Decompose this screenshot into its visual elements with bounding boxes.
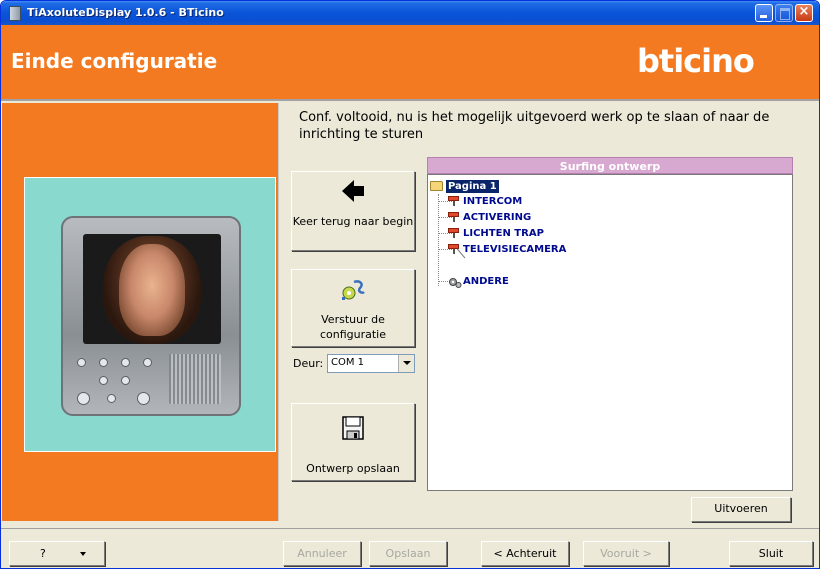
app-window: TiAxoluteDisplay 1.0.6 - BTicino × Einde… <box>0 0 820 569</box>
bottom-navigation-bar: ? Annuleer Opslaan < Achteruit Vooruit >… <box>1 528 819 568</box>
page-title: Einde configuratie <box>11 49 218 73</box>
design-tree[interactable]: Pagina 1 INTERCOM ACTIVERING LICHTEN TRA… <box>427 174 793 491</box>
device-speaker-grille <box>169 354 221 404</box>
save-button[interactable]: Opslaan <box>369 541 447 566</box>
dropdown-arrow-icon <box>80 552 86 556</box>
previous-button[interactable]: < Achteruit <box>481 541 569 566</box>
save-design-label: Ontwerp opslaan <box>306 462 400 475</box>
send-configuration-label: Verstuur de configuratie <box>319 313 387 341</box>
tree-header: Surfing ontwerp <box>427 157 793 174</box>
device-key <box>137 392 150 405</box>
title-bar[interactable]: TiAxoluteDisplay 1.0.6 - BTicino × <box>1 1 819 25</box>
intro-text: Conf. voltooid, nu is het mogelijk uitge… <box>299 110 770 142</box>
cancel-button[interactable]: Annuleer <box>283 541 361 566</box>
tree-item-label: TELEVISIECAMERA <box>463 244 567 255</box>
flag-icon <box>448 212 460 222</box>
execute-button[interactable]: Uitvoeren <box>691 497 791 522</box>
close-window-button[interactable]: × <box>795 4 813 22</box>
port-select[interactable]: COM 1 <box>327 354 415 373</box>
device-key <box>77 392 90 405</box>
tree-root-label: Pagina 1 <box>446 180 499 193</box>
device-key <box>143 358 152 367</box>
brand-logo: bticino <box>637 42 755 80</box>
tree-item-label: LICHTEN TRAP <box>463 228 544 239</box>
next-button[interactable]: Vooruit > <box>583 541 669 566</box>
flag-icon <box>448 228 460 238</box>
app-icon <box>9 6 21 21</box>
send-configuration-button[interactable]: Verstuur de configuratie <box>291 269 415 347</box>
flag-stem <box>453 233 455 238</box>
back-to-start-label: Keer terug naar begin <box>292 215 414 228</box>
back-to-start-button[interactable]: Keer terug naar begin <box>291 171 415 251</box>
chevron-down-icon[interactable] <box>398 355 414 372</box>
minimize-button[interactable] <box>755 4 773 22</box>
video-intercom-device <box>61 216 241 416</box>
flag-icon <box>448 196 460 206</box>
device-screen <box>83 234 221 344</box>
save-design-button[interactable]: Ontwerp opslaan <box>291 403 415 481</box>
left-image-panel <box>2 103 279 521</box>
help-label: ? <box>40 547 46 560</box>
port-selected-value: COM 1 <box>331 357 365 368</box>
network-send-icon <box>342 280 365 300</box>
device-photo <box>24 177 276 452</box>
help-dropdown-button[interactable]: ? <box>9 541 105 566</box>
folder-open-icon <box>430 181 443 191</box>
device-key <box>121 376 130 385</box>
header-band: Einde configuratie bticino <box>1 25 819 101</box>
floppy-disk-icon <box>342 416 364 440</box>
tree-item-label: ACTIVERING <box>463 212 532 223</box>
device-key <box>77 358 86 367</box>
window-title: TiAxoluteDisplay 1.0.6 - BTicino <box>27 6 224 19</box>
device-key <box>107 394 116 403</box>
flag-stem <box>453 217 455 222</box>
maximize-button[interactable] <box>775 4 793 22</box>
gears-icon <box>449 278 462 288</box>
device-key <box>99 358 108 367</box>
close-icon: × <box>798 4 810 19</box>
port-label: Deur: <box>293 357 324 370</box>
tree-item-label: ANDERE <box>463 276 509 287</box>
arrow-left-icon <box>342 180 364 202</box>
device-key <box>121 358 130 367</box>
tree-item-label: INTERCOM <box>463 196 523 207</box>
device-key <box>99 376 108 385</box>
tree-connector <box>438 194 439 286</box>
flag-stem <box>453 201 455 206</box>
portrait-face <box>119 244 185 336</box>
close-button[interactable]: Sluit <box>729 541 813 566</box>
